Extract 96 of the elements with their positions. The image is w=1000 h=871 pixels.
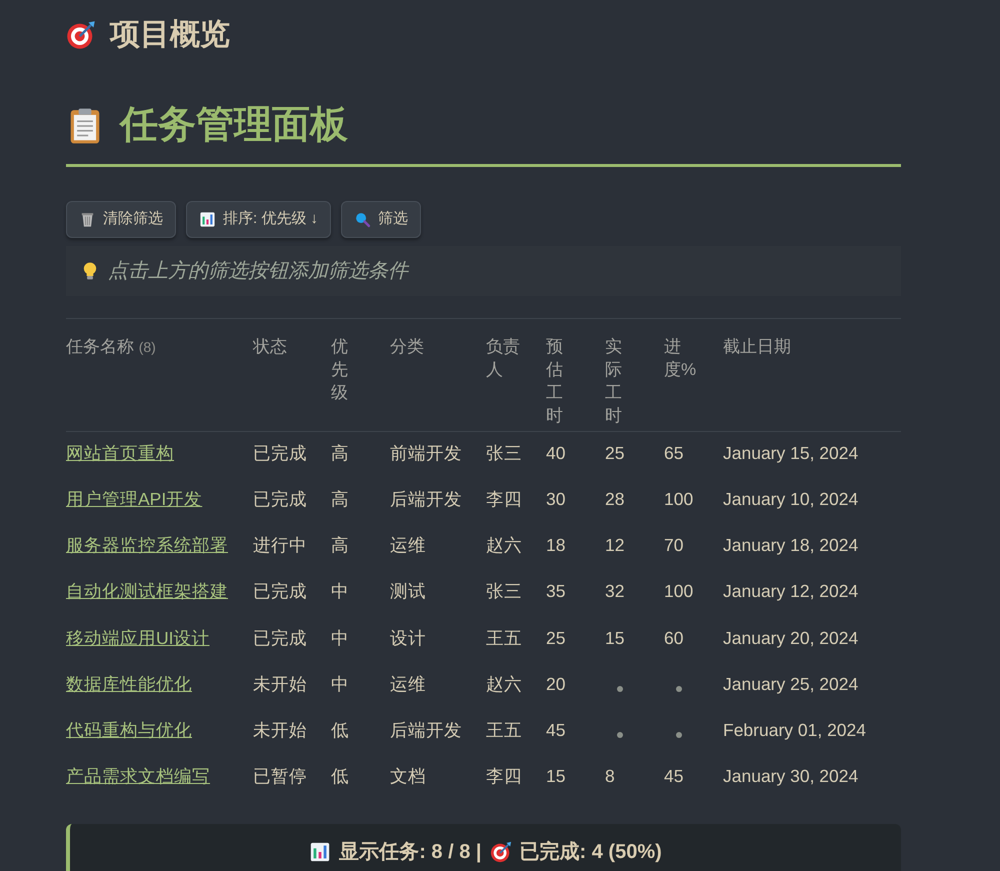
table-cell: 赵六 [486,535,522,555]
table-cell: January 25, 2024 [723,674,858,694]
task-link[interactable]: 数据库性能优化 [66,674,192,694]
table-cell: 王五 [486,628,522,648]
table-cell: 100 [664,488,694,509]
table-cell: 20 [546,674,566,694]
column-header: 任务名称 [66,336,134,356]
table-cell: 赵六 [486,674,522,694]
table-cell: 已暂停 [253,766,307,786]
task-link[interactable]: 网站首页重构 [66,442,174,462]
table-cell: 设计 [390,628,426,648]
table-cell: 8 [605,766,615,786]
table-cell: 张三 [486,581,522,602]
table-cell: 25 [546,628,566,648]
table-cell: January 18, 2024 [723,535,858,555]
task-count: (8) [138,338,156,354]
table-cell: 后端开发 [390,488,462,509]
empty-dot-icon [676,686,682,692]
table-cell: 25 [605,442,624,462]
table-cell: 高 [331,535,349,555]
column-header: 预估工时 [546,336,563,424]
target-icon [490,840,512,862]
task-link[interactable]: 代码重构与优化 [66,720,192,740]
table-cell: January 10, 2024 [723,488,858,509]
sort-button[interactable]: 排序: 优先级 ↓ [186,201,332,238]
table-cell: January 30, 2024 [723,766,858,786]
task-link[interactable]: 移动端应用UI设计 [66,628,210,648]
board-title: 任务管理面板 [120,103,348,148]
table-cell: 70 [664,535,684,555]
column-header: 进度% [664,336,696,378]
table-cell: 进行中 [253,535,307,555]
page-title: 项目概览 [110,17,230,53]
task-link[interactable]: 用户管理API开发 [66,488,202,509]
table-cell: 运维 [390,674,426,694]
table-cell: 60 [664,628,684,648]
hint-text: 点击上方的筛选按钮添加筛选条件 [108,258,408,284]
column-header: 优先级 [331,336,348,402]
table-cell: 王五 [486,720,522,740]
table-cell: 28 [605,488,624,509]
task-link[interactable]: 自动化测试框架搭建 [66,581,228,602]
table-cell: 中 [331,628,349,648]
table-cell: 32 [605,581,624,602]
table-cell: 低 [331,766,349,786]
table-cell: 前端开发 [390,442,462,462]
table-cell: 30 [546,488,566,509]
table-cell: 未开始 [253,720,307,740]
table-cell: January 15, 2024 [723,442,858,462]
table-cell: 18 [546,535,566,555]
table-cell: 高 [331,442,349,462]
table-cell: 已完成 [253,488,307,509]
task-link[interactable]: 产品需求文档编写 [66,766,210,786]
table-cell: 高 [331,488,349,509]
empty-dot-icon [617,732,623,738]
table-cell: 后端开发 [390,720,462,740]
table-cell: 低 [331,720,349,740]
table-cell: 45 [664,766,684,786]
table-cell: 15 [605,628,624,648]
task-link[interactable]: 服务器监控系统部署 [66,535,228,555]
table-cell: January 20, 2024 [723,628,858,648]
completed-count: 已完成: 4 (50%) [520,840,662,864]
table-cell: 35 [546,581,566,602]
table-cell: 45 [546,720,566,740]
table-cell: 已完成 [253,581,307,602]
table-cell: 40 [546,442,566,462]
column-header: 负责人 [486,336,520,378]
table-cell: 65 [664,442,684,462]
table-cell: 张三 [486,442,522,462]
column-header: 状态 [253,336,287,356]
empty-dot-icon [617,686,623,692]
table-cell: 已完成 [253,442,307,462]
column-header: 分类 [390,336,424,356]
table-cell: January 12, 2024 [723,581,858,602]
table-cell: 中 [331,674,349,694]
target-icon [66,20,96,50]
empty-dot-icon [676,732,682,738]
filter-button[interactable]: 筛选 [341,201,422,238]
column-header: 实际工时 [605,336,622,424]
table-cell: 已完成 [253,628,307,648]
table-cell: 李四 [486,488,522,509]
table-cell: 100 [664,581,694,602]
shown-count: 显示任务: 8 / 8 | [339,840,482,864]
bar-chart-icon [309,840,332,862]
table-cell: 运维 [390,535,426,555]
column-header: 截止日期 [723,336,791,356]
table-cell: 文档 [390,766,426,786]
table-cell: 李四 [486,766,522,786]
clear-filter-button[interactable]: 清除筛选 [66,201,176,238]
table-cell: 15 [546,766,566,786]
table-cell: 12 [605,535,624,555]
table-cell: February 01, 2024 [723,720,866,740]
table-cell: 测试 [390,581,426,602]
bar-chart-icon [199,210,216,228]
search-icon [354,210,372,228]
table-cell: 中 [331,581,349,602]
wastebasket-icon [79,210,96,228]
table-cell: 未开始 [253,674,307,694]
